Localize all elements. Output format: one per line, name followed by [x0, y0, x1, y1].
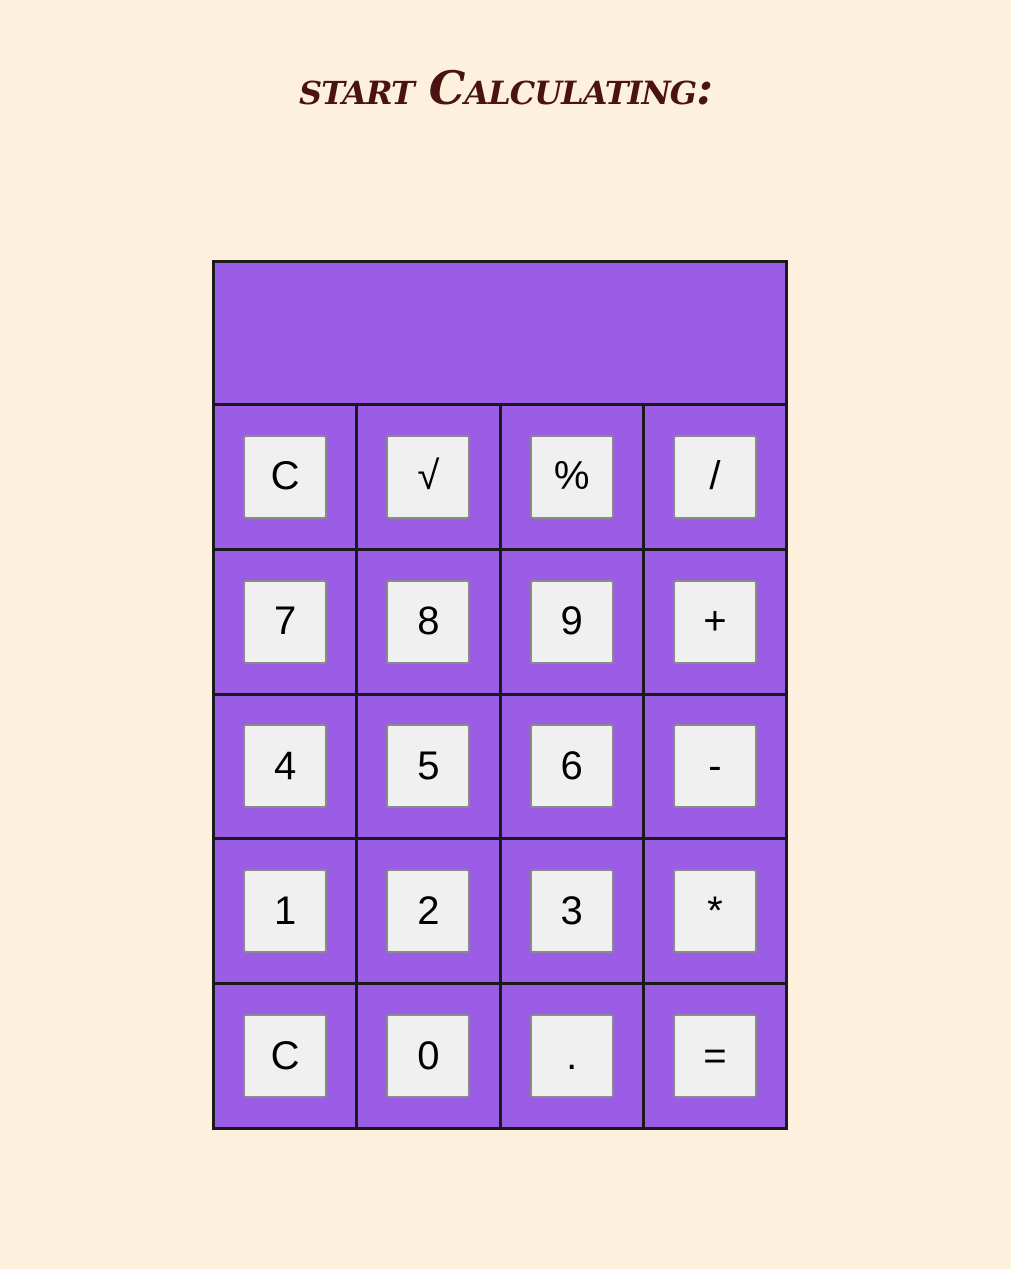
digit-7-button[interactable]: 7 [243, 579, 328, 664]
digit-2-button[interactable]: 2 [386, 869, 471, 954]
calculator: C √ % / 7 8 9 + 4 5 6 - 1 2 3 * C 0 . = [211, 260, 789, 1130]
calculator-display[interactable] [215, 263, 785, 403]
digit-3-button[interactable]: 3 [529, 869, 614, 954]
percent-button[interactable]: % [529, 434, 614, 519]
clear-button[interactable]: C [243, 434, 328, 519]
calculator-grid: C √ % / 7 8 9 + 4 5 6 - 1 2 3 * C 0 . = [211, 260, 789, 1130]
multiply-button[interactable]: * [672, 869, 757, 954]
decimal-button[interactable]: . [529, 1014, 614, 1099]
clear-button-2[interactable]: C [243, 1014, 328, 1099]
sqrt-button[interactable]: √ [386, 434, 471, 519]
digit-6-button[interactable]: 6 [529, 724, 614, 809]
digit-8-button[interactable]: 8 [386, 579, 471, 664]
digit-4-button[interactable]: 4 [243, 724, 328, 809]
equals-button[interactable]: = [672, 1014, 757, 1099]
add-button[interactable]: + [672, 579, 757, 664]
divide-button[interactable]: / [672, 434, 757, 519]
digit-5-button[interactable]: 5 [386, 724, 471, 809]
page-title: start Calculating: [298, 61, 713, 115]
subtract-button[interactable]: - [672, 724, 757, 809]
digit-1-button[interactable]: 1 [243, 869, 328, 954]
digit-9-button[interactable]: 9 [529, 579, 614, 664]
digit-0-button[interactable]: 0 [386, 1014, 471, 1099]
display-cell [212, 260, 788, 406]
